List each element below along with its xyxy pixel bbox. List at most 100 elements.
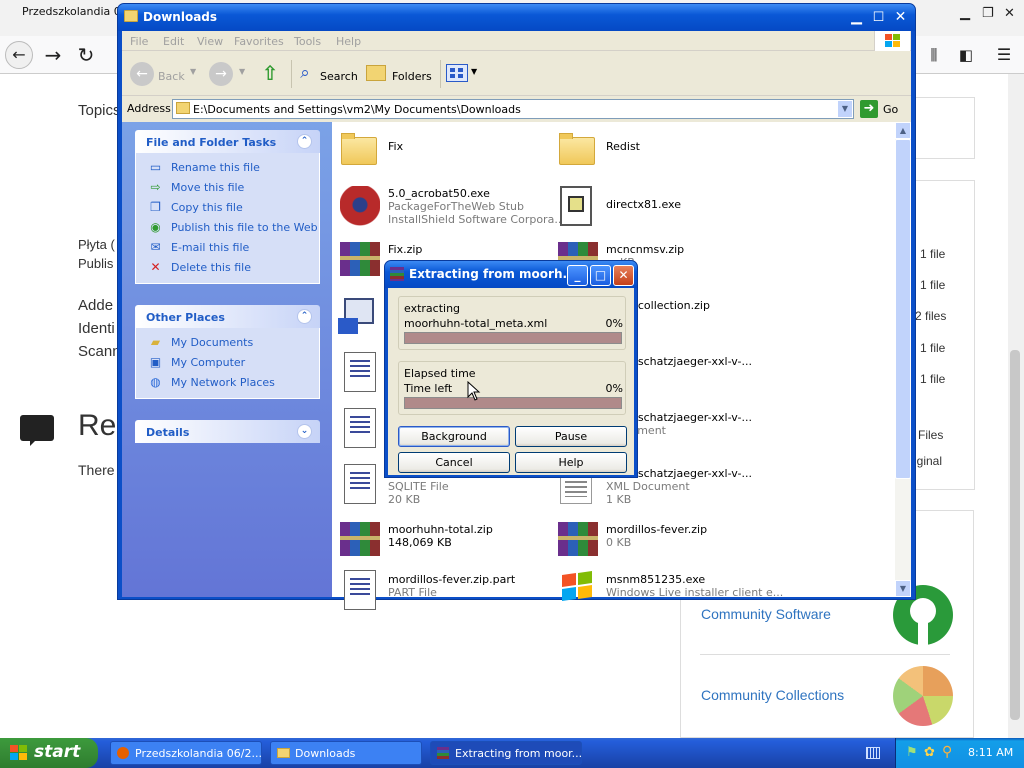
sidebar-icon[interactable]: ◧ (952, 41, 980, 69)
collapse-icon[interactable]: ⌃ (297, 134, 312, 149)
file-item[interactable]: Redist (556, 128, 766, 168)
back-arrow-icon[interactable]: ← (5, 41, 33, 69)
folders-icon[interactable] (366, 65, 386, 81)
close-button[interactable]: ✕ (890, 8, 911, 29)
start-button[interactable]: start (0, 738, 98, 768)
file-item[interactable]: moorhuhn-total.zip 148,069 KB (338, 520, 548, 560)
menu-favorites[interactable]: Favorites (234, 35, 284, 48)
forward-dropdown-icon[interactable]: ▼ (239, 67, 245, 76)
file-item[interactable]: 5.0_acrobat50.exe PackageForTheWeb Stub … (338, 184, 565, 230)
taskbar-item-downloads[interactable]: Downloads (270, 741, 422, 765)
file-count[interactable]: 2 files (915, 309, 946, 323)
dialog-title-bar[interactable]: Extracting from moorh... _ □ ✕ (385, 261, 637, 288)
delete-file-link[interactable]: ✕ Delete this file (136, 257, 319, 277)
file-count[interactable]: 1 file (920, 278, 945, 292)
publish-web-link[interactable]: ◉ Publish this file to the Web (136, 217, 319, 237)
email-file-link[interactable]: ✉ E-mail this file (136, 237, 319, 257)
file-folder-tasks-header[interactable]: File and Folder Tasks ⌃ (135, 130, 320, 153)
my-network-places-link[interactable]: ◍ My Network Places (136, 372, 319, 392)
file-item[interactable]: Fix (338, 128, 548, 168)
all-files-link[interactable]: Files (918, 428, 943, 442)
security-icon[interactable]: ✿ (924, 745, 935, 760)
collapse-icon[interactable]: ⌃ (297, 309, 312, 324)
address-dropdown-icon[interactable]: ▼ (837, 100, 853, 118)
file-name: mordillos-fever.zip (606, 523, 708, 536)
minimize-button[interactable]: _ (567, 265, 588, 286)
close-button[interactable]: ✕ (613, 265, 634, 286)
search-button[interactable]: Search (320, 70, 358, 83)
menu-icon[interactable]: ☰ (990, 41, 1018, 69)
up-folder-icon[interactable]: ⇧ (259, 62, 281, 84)
move-file-link[interactable]: ⇨ Move this file (136, 177, 319, 197)
my-documents-link[interactable]: ▰ My Documents (136, 332, 319, 352)
menu-view[interactable]: View (197, 35, 223, 48)
address-label: Address (127, 102, 171, 115)
minimize-button[interactable]: ▁ (846, 8, 867, 29)
task-label: Copy this file (171, 201, 243, 214)
go-button[interactable]: Go (883, 103, 898, 116)
minimize-icon[interactable]: ▁ (960, 6, 970, 21)
background-button[interactable]: Background (398, 426, 510, 447)
task-label: Extracting from moor... (455, 747, 582, 760)
copy-file-link[interactable]: ❐ Copy this file (136, 197, 319, 217)
rename-file-link[interactable]: ▭ Rename this file (136, 157, 319, 177)
my-computer-link[interactable]: ▣ My Computer (136, 352, 319, 372)
file-count[interactable]: 1 file (920, 372, 945, 386)
browser-tab-title[interactable]: Przedszkolandia 06 (22, 5, 128, 18)
clock[interactable]: 8:11 AM (968, 746, 1013, 759)
file-list-scrollbar[interactable]: ▲ ▼ (895, 122, 911, 597)
details-header[interactable]: Details ⌄ (135, 420, 320, 443)
scroll-down-icon[interactable]: ▼ (895, 580, 911, 597)
address-value[interactable]: E:\Documents and Settings\vm2\My Documen… (193, 103, 521, 116)
file-item[interactable]: msnm851235.exe Windows Live installer cl… (556, 570, 783, 610)
menu-edit[interactable]: Edit (163, 35, 184, 48)
forward-arrow-icon[interactable]: → (39, 41, 67, 69)
maximize-button[interactable]: ☐ (868, 8, 889, 29)
expand-icon[interactable]: ⌄ (297, 424, 312, 439)
keyboard-icon[interactable] (866, 747, 880, 759)
address-field[interactable]: E:\Documents and Settings\vm2\My Documen… (172, 99, 854, 119)
file-item[interactable]: mordillos-fever.zip.part PART File (338, 570, 548, 610)
total-progress-group: Elapsed time Time left 0% (398, 361, 626, 415)
back-dropdown-icon[interactable]: ▼ (190, 67, 196, 76)
scrollbar-thumb[interactable] (895, 139, 911, 479)
forward-icon[interactable]: → (209, 62, 233, 86)
taskbar-item-extracting[interactable]: Extracting from moor... (430, 741, 582, 765)
file-item[interactable]: mordillos-fever.zip 0 KB (556, 520, 766, 560)
file-size: 1 KB (606, 493, 632, 506)
maximize-button[interactable]: □ (590, 265, 611, 286)
identifier-label: Identi (78, 320, 115, 337)
scroll-up-icon[interactable]: ▲ (895, 122, 911, 139)
menu-tools[interactable]: Tools (294, 35, 321, 48)
search-icon[interactable]: ⌕ (294, 61, 316, 85)
cancel-button[interactable]: Cancel (398, 452, 510, 473)
file-name: moorhuhn-total.zip (388, 523, 493, 536)
menu-help[interactable]: Help (336, 35, 361, 48)
menu-file[interactable]: File (130, 35, 148, 48)
taskbar-item-browser[interactable]: Przedszkolandia 06/2... (110, 741, 262, 765)
file-name: Redist (606, 140, 640, 153)
file-count[interactable]: 1 file (920, 247, 945, 261)
views-icon[interactable] (446, 64, 468, 82)
close-icon[interactable]: ✕ (1004, 6, 1015, 21)
help-button[interactable]: Help (515, 452, 627, 473)
community-collections-link[interactable]: Community Collections (701, 687, 844, 703)
file-count[interactable]: 1 file (920, 341, 945, 355)
views-dropdown-icon[interactable]: ▼ (471, 67, 477, 76)
file-item[interactable]: directx81.exe (556, 184, 766, 230)
reload-icon[interactable]: ↻ (72, 41, 100, 69)
other-places-header[interactable]: Other Places ⌃ (135, 305, 320, 328)
original-link[interactable]: iginal (914, 454, 942, 468)
folders-button[interactable]: Folders (392, 70, 432, 83)
explorer-title-bar[interactable]: Downloads ▁ ☐ ✕ (118, 4, 915, 31)
restore-icon[interactable]: ❐ (982, 6, 994, 21)
total-progress-bar (404, 397, 622, 409)
network-icon[interactable]: ⚑ (906, 745, 918, 760)
back-button[interactable]: Back (158, 70, 185, 83)
page-scrollbar-thumb[interactable] (1010, 350, 1020, 720)
library-icon[interactable]: ⫼ (920, 41, 948, 69)
search-tray-icon[interactable]: ⚲ (942, 744, 952, 760)
pause-button[interactable]: Pause (515, 426, 627, 447)
back-icon[interactable]: ← (130, 62, 154, 86)
go-arrow-icon[interactable]: ➜ (860, 100, 878, 118)
